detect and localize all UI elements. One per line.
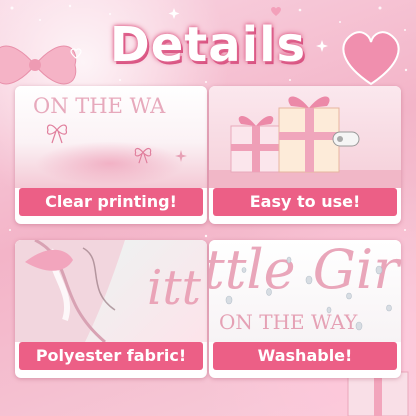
feature-photo: ON THE WA bbox=[15, 86, 207, 188]
feature-label: Polyester fabric! bbox=[19, 342, 203, 370]
feature-photo bbox=[209, 86, 401, 188]
feature-label: Easy to use! bbox=[213, 188, 397, 216]
feature-photo: ttle Gir ON THE WAY bbox=[209, 240, 401, 342]
feature-card-washable: ttle Gir ON THE WAY Washable! bbox=[209, 240, 401, 378]
feature-card-easy-to-use: Easy to use! bbox=[209, 86, 401, 224]
gift-box-icon bbox=[209, 96, 401, 188]
watercolor-splash bbox=[35, 141, 185, 186]
bow-icon bbox=[134, 147, 152, 164]
feature-card-clear-printing: ON THE WA Clear printing! bbox=[15, 86, 207, 224]
feature-photo: itt bbox=[15, 240, 207, 342]
product-details-banner: Details ON THE WA Clear printing! Easy t… bbox=[0, 0, 416, 416]
page-title: Details bbox=[109, 17, 307, 73]
feature-card-polyester-fabric: itt Polyester fabric! bbox=[15, 240, 207, 378]
feature-label: Washable! bbox=[213, 342, 397, 370]
bow-icon bbox=[46, 124, 68, 144]
banner-text-sample: itt bbox=[147, 260, 201, 316]
feature-label: Clear printing! bbox=[19, 188, 203, 216]
sparkle-icon bbox=[175, 150, 187, 162]
water-droplets bbox=[225, 256, 392, 331]
banner-text-sample: ON THE WA bbox=[33, 94, 166, 118]
